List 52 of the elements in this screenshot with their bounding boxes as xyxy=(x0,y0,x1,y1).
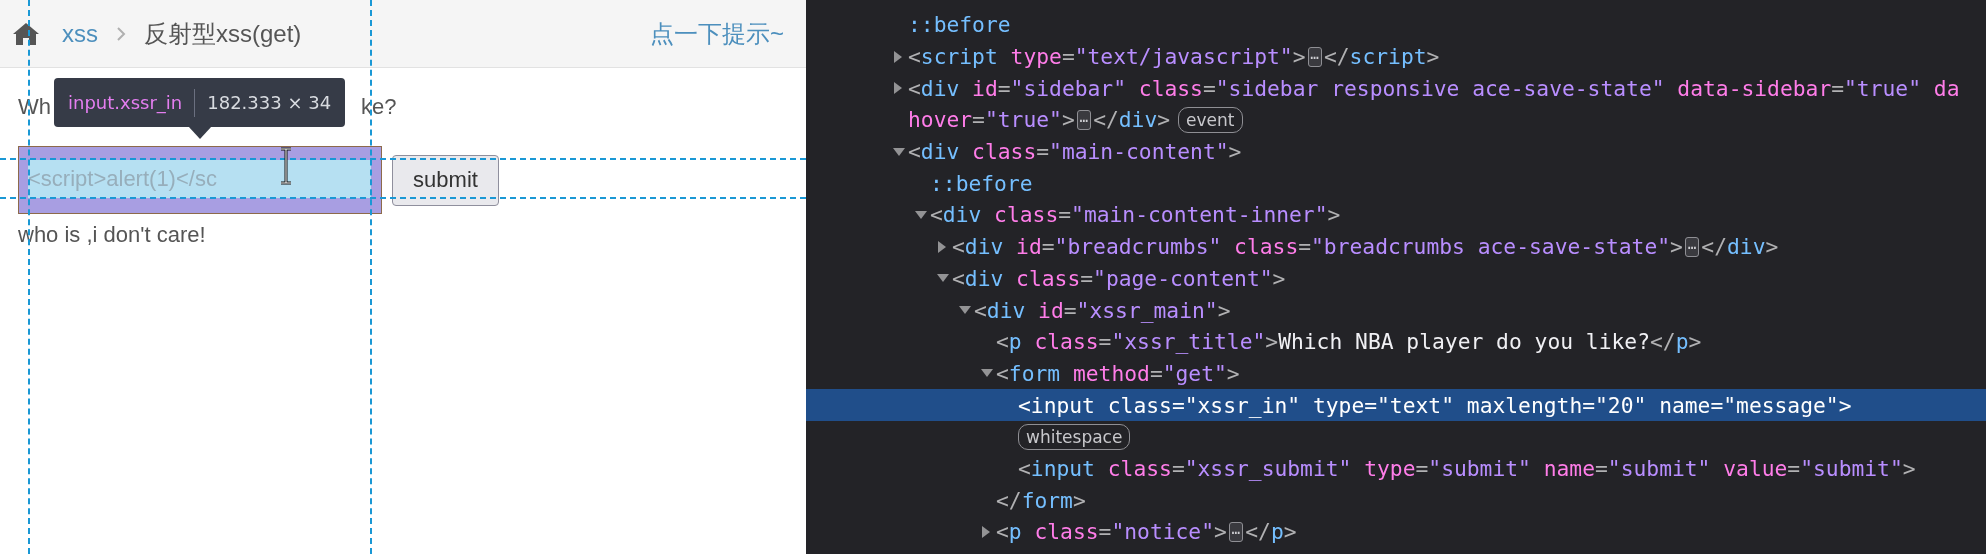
markup-text: <div class="page-content"> xyxy=(952,265,1286,291)
markup-text: </div> xyxy=(1093,107,1171,133)
expand-ellipsis-button[interactable]: ⋯ xyxy=(1228,521,1244,542)
dom-node-row[interactable]: <input class="xssr_submit" type="submit" name="submit" value="submit"> xyxy=(806,452,1986,485)
dom-node-row[interactable]: <p class="xssr_title">Which NBA player do you like?</p> xyxy=(806,325,1986,358)
expand-ellipsis-button[interactable]: ⋯ xyxy=(1076,109,1092,130)
question-text: Wh xyxy=(18,93,51,121)
markup-text: </script> xyxy=(1323,44,1440,70)
dom-node-row[interactable]: <div class="main-content-inner"> xyxy=(806,199,1986,231)
dom-node-row[interactable]: ::before xyxy=(806,9,1986,41)
dom-node-row[interactable]: <div class="main-content"> xyxy=(806,135,1986,168)
markup-text: </p> xyxy=(1245,519,1297,545)
markup-text: <script type="text/javascript"> xyxy=(908,44,1306,70)
expand-ellipsis-button[interactable]: ⋯ xyxy=(1307,46,1322,67)
chevron-right-icon xyxy=(116,25,126,42)
node-badge[interactable]: event xyxy=(1178,106,1243,133)
markup-text: </form> xyxy=(996,487,1086,513)
markup-text: ::before xyxy=(930,170,1033,196)
markup-text: <div id="xssr_main"> xyxy=(974,297,1231,323)
markup-text: ::before xyxy=(908,12,1011,38)
dom-node-row[interactable]: <form method="get"> xyxy=(806,357,1986,390)
dom-node-row[interactable]: <div class="page-content"> xyxy=(806,262,1986,295)
dom-node-row[interactable]: hover="true"> ⋯ </div> event xyxy=(806,104,1986,136)
markup-text: </div> xyxy=(1701,234,1779,260)
markup-text: <form method="get"> xyxy=(996,360,1240,386)
submit-button[interactable]: submit xyxy=(392,154,499,206)
breadcrumb-current: 反射型xss(get) xyxy=(144,18,302,49)
markup-text: <div id="breadcrumbs" class="breadcrumbs ace-save-state"> xyxy=(952,234,1683,260)
tooltip-size: 182.333 × 34 xyxy=(207,92,332,113)
markup-text: hover="true"> xyxy=(908,107,1075,133)
markup-text: <div class="main-content"> xyxy=(908,139,1242,165)
dom-node-row[interactable]: <div id="xssr_main"> xyxy=(806,294,1986,326)
expand-ellipsis-button[interactable]: ⋯ xyxy=(1684,236,1700,257)
dom-node-row[interactable]: ::before xyxy=(806,167,1986,200)
markup-text: <p class="xssr_title">Which NBA player do you like?</p> xyxy=(996,329,1702,355)
text-cursor-icon xyxy=(279,147,293,185)
tooltip-selector: input.xssr_in xyxy=(68,92,183,113)
dom-node-row[interactable]: <script type="text/javascript"> ⋯ </script> xyxy=(806,40,1986,73)
node-badge[interactable]: whitespace xyxy=(1018,423,1131,450)
markup-text: <div id="sidebar" class="sidebar responsive ace-save-state" data-sidebar="true" da xyxy=(908,75,1960,101)
dom-node-row[interactable]: whitespace xyxy=(806,420,1986,453)
result-text: who is ,i don't care! xyxy=(18,221,207,249)
dom-node-row[interactable]: <div id="breadcrumbs" class="breadcrumbs ace-save-state"> ⋯ </div> xyxy=(806,230,1986,263)
question-text: ke? xyxy=(361,93,397,121)
markup-text: <div class="main-content-inner"> xyxy=(930,202,1341,228)
dom-node-row[interactable]: <input class="xssr_in" type="text" maxlength="20" name="message"> xyxy=(806,389,1986,421)
dom-node-row[interactable]: <div id="sidebar" class="sidebar responsive ace-save-state" data-sidebar="true" da xyxy=(806,72,1986,105)
markup-text: <input class="xssr_submit" type="submit" name="submit" value="submit"> xyxy=(1018,455,1916,481)
markup-text: <input class="xssr_in" type="text" maxlength="20" name="message"> xyxy=(1018,392,1852,418)
markup-text: <p class="notice"> xyxy=(996,519,1227,545)
dom-node-row[interactable]: <p class="notice"> ⋯ </p> xyxy=(806,516,1986,548)
home-icon xyxy=(12,21,40,46)
